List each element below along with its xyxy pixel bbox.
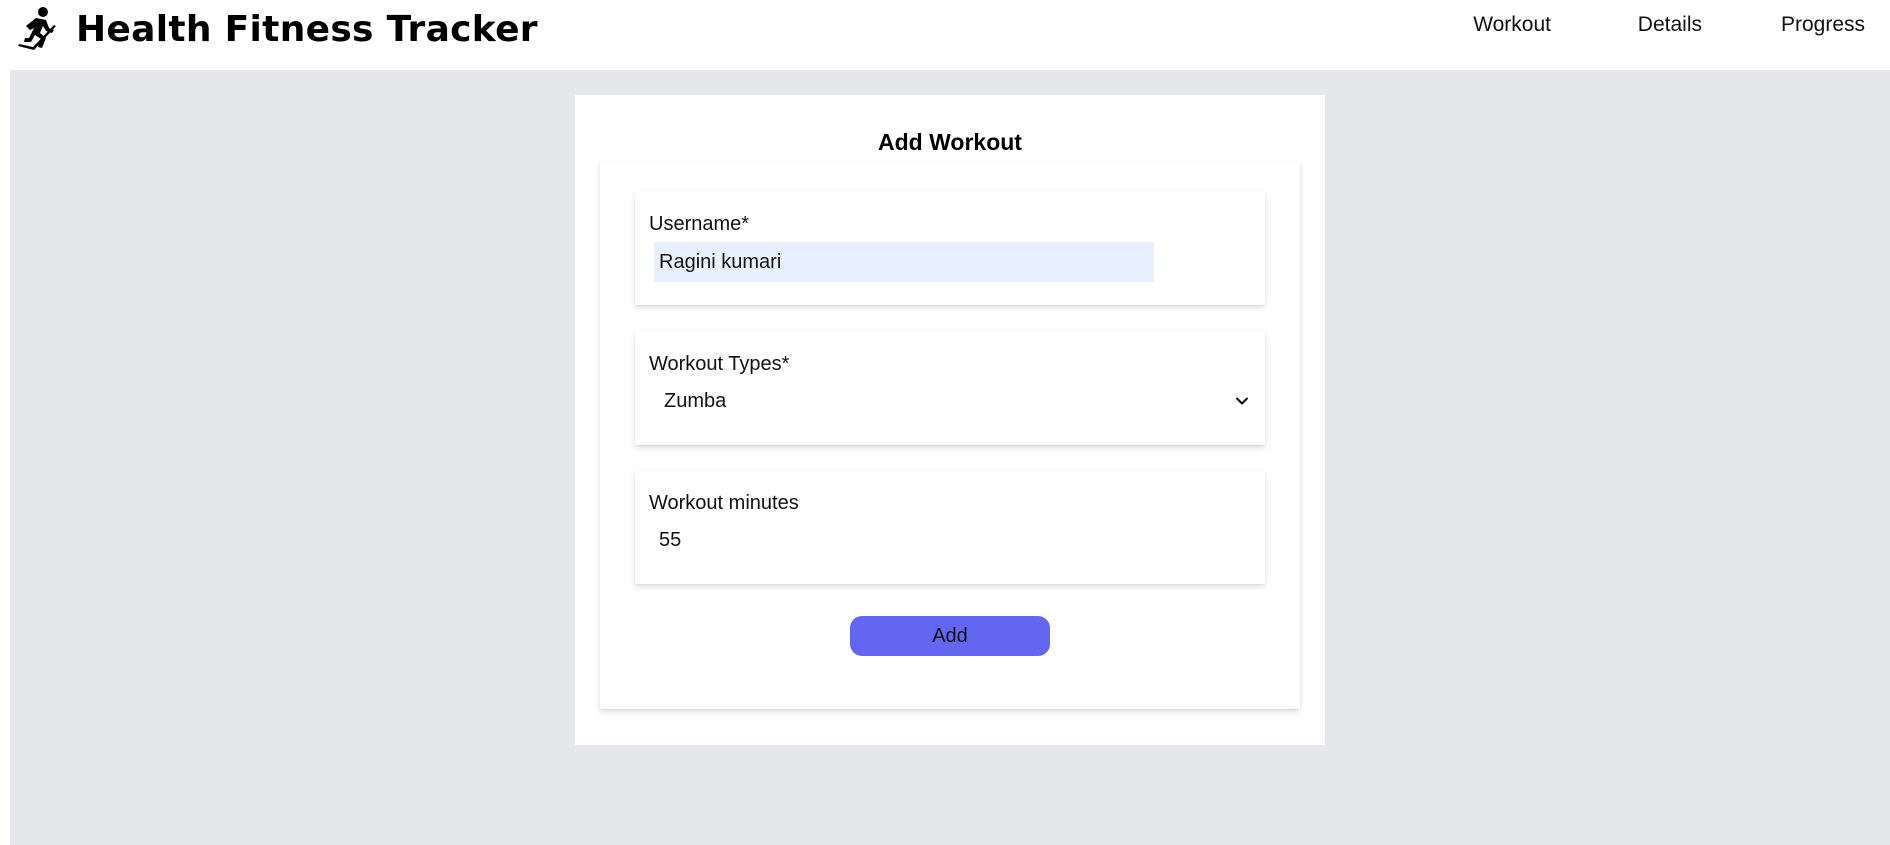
add-workout-card: Add Workout Username* Workout Types* Zum… <box>575 95 1325 745</box>
add-button[interactable]: Add <box>850 616 1050 656</box>
nav-item-progress[interactable]: Progress <box>1781 13 1865 37</box>
app-title: Health Fitness Tracker <box>76 8 538 50</box>
workout-type-selected-value: Zumba <box>664 389 727 412</box>
page-title: Add Workout <box>878 129 1022 155</box>
minutes-input[interactable] <box>654 520 1154 560</box>
runner-icon <box>18 7 56 50</box>
workout-type-field-group: Workout Types* Zumba <box>635 331 1265 445</box>
workout-type-label: Workout Types* <box>649 353 790 375</box>
nav-item-details[interactable]: Details <box>1638 13 1702 37</box>
nav-item-workout[interactable]: Workout <box>1473 13 1551 37</box>
main-content: Add Workout Username* Workout Types* Zum… <box>10 70 1890 845</box>
username-label: Username* <box>649 213 750 235</box>
chevron-down-icon <box>1236 397 1248 405</box>
workout-type-select[interactable]: Zumba <box>649 381 1257 421</box>
minutes-field-group: Workout minutes <box>635 470 1265 584</box>
username-input[interactable] <box>654 242 1154 282</box>
minutes-label: Workout minutes <box>649 492 799 514</box>
navbar: Health Fitness Tracker Workout Details P… <box>0 0 1890 70</box>
add-workout-form: Username* Workout Types* Zumba Workout m… <box>600 161 1300 709</box>
username-field-group: Username* <box>635 191 1265 305</box>
brand-link[interactable]: Health Fitness Tracker <box>16 6 538 52</box>
